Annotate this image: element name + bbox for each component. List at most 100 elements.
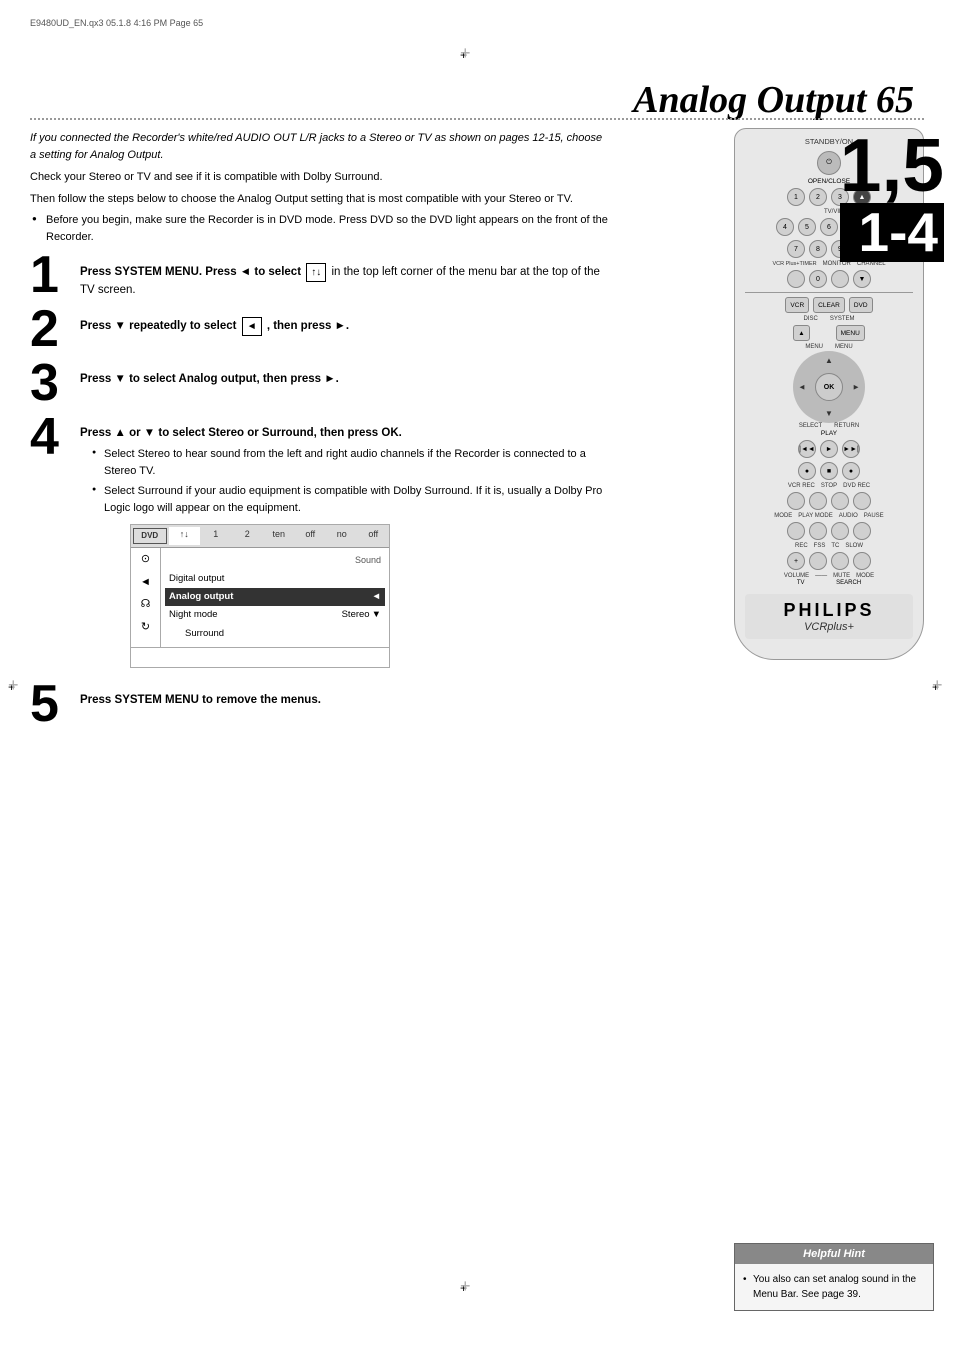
step-5-row: 5 Press SYSTEM MENU to remove the menus. xyxy=(30,686,610,730)
menu-sound-label: Sound xyxy=(165,552,385,570)
menu-stereo-option: Stereo xyxy=(342,608,370,622)
step-2-number: 2 xyxy=(30,303,80,355)
btn-clear[interactable]: CLEAR xyxy=(813,297,845,313)
menu-icon-output: ↻ xyxy=(141,619,150,636)
power-button[interactable]: ⏻ xyxy=(817,151,841,175)
remote-row-vcr-clear-dvd: VCR CLEAR DVD xyxy=(745,296,913,314)
btn-2[interactable]: 2 xyxy=(809,188,827,206)
btn-5[interactable]: 5 xyxy=(798,218,816,236)
btn-8[interactable]: 8 xyxy=(809,240,827,258)
dotted-divider-top xyxy=(30,118,924,120)
remote-container: STANDBY/ON ⏻ OPEN/CLOSE 1 2 3 ▲ TV/VIDEO… xyxy=(734,128,934,660)
menu-row-night: Night mode Stereo ▼ xyxy=(165,606,385,624)
label-row-volume: VOLUME —— MUTE MODE xyxy=(745,573,913,579)
menu-row-surround: Surround xyxy=(165,625,385,643)
nav-down[interactable]: ▼ xyxy=(825,409,833,418)
btn-4[interactable]: 4 xyxy=(776,218,794,236)
file-info: E9480UD_EN.qx3 05.1.8 4:16 PM Page 65 xyxy=(30,18,203,28)
menu-surround-option: Surround xyxy=(169,627,224,641)
menu-dropdown-arrow: ▼ xyxy=(372,608,381,622)
main-content: If you connected the Recorder's white/re… xyxy=(30,130,610,740)
nav-left[interactable]: ◄ xyxy=(798,383,806,392)
btn-next[interactable]: ►►| xyxy=(842,440,860,458)
step-4-bullet-1: Select Stereo to hear sound from the lef… xyxy=(92,446,610,479)
menu-tab-setup: ↑↓ xyxy=(169,527,201,545)
btn-play[interactable]: ► xyxy=(820,440,838,458)
nav-up[interactable]: ▲ xyxy=(825,356,833,365)
step-2-text-part1: Press ▼ repeatedly to select xyxy=(80,320,237,332)
step-3-number: 3 xyxy=(30,357,80,409)
remote-row-rec-stop: ● ■ ● xyxy=(745,461,913,481)
step-large-15: 1,5 xyxy=(840,128,944,203)
label-row-mode-audio: MODE PLAY MODE AUDIO PAUSE xyxy=(745,513,913,519)
crosshair-right: + xyxy=(932,680,952,700)
step-2-icon: ◄ xyxy=(242,317,262,336)
menu-tab-off1: off xyxy=(295,527,327,545)
menu-row-analog: Analog output ◄ xyxy=(165,588,385,606)
btn-disc-menu[interactable]: ▲ xyxy=(793,325,809,341)
remote-row-mode-audio xyxy=(745,491,913,511)
menu-top-bar: DVD ↑↓ 1 2 ten off no off xyxy=(131,525,389,548)
btn-slow[interactable] xyxy=(853,522,871,540)
intro-bullet: Before you begin, make sure the Recorder… xyxy=(30,212,610,245)
play-label: PLAY xyxy=(745,430,913,437)
btn-display[interactable] xyxy=(853,552,871,570)
btn-mode2[interactable] xyxy=(831,552,849,570)
btn-vcr[interactable]: VCR xyxy=(785,297,809,313)
btn-extra3[interactable] xyxy=(787,270,805,288)
menu-dvd: DVD xyxy=(133,528,167,544)
btn-extra4[interactable] xyxy=(831,270,849,288)
btn-6[interactable]: 6 xyxy=(820,218,838,236)
step-large-1-4: 1-4 xyxy=(840,203,944,262)
step-4-row: 4 Press ▲ or ▼ to select Stereo or Surro… xyxy=(30,419,610,676)
btn-vcr-rec[interactable]: ● xyxy=(798,462,816,480)
step-1-icon: ↑↓ xyxy=(306,263,326,282)
intro-line1: Check your Stereo or TV and see if it is… xyxy=(30,169,610,187)
menu-night-label: Night mode xyxy=(169,608,218,622)
remote-row-volume: + xyxy=(745,551,913,571)
btn-down-arrow[interactable]: ▼ xyxy=(853,270,871,288)
menu-body: ⊙ ◄ ☊ ↻ Sound Digital output xyxy=(131,548,389,647)
btn-1[interactable]: 1 xyxy=(787,188,805,206)
btn-audio[interactable] xyxy=(831,492,849,510)
btn-dvd-rec[interactable]: ● xyxy=(842,462,860,480)
step-5-content: Press SYSTEM MENU to remove the menus. xyxy=(80,686,610,709)
btn-pause[interactable] xyxy=(853,492,871,510)
menu-digital-label: Digital output xyxy=(169,572,224,586)
step-1-content: Press SYSTEM MENU. Press ◄ to select ↑↓ … xyxy=(80,257,610,299)
nav-right[interactable]: ► xyxy=(852,383,860,392)
nav-ok[interactable]: OK xyxy=(815,373,843,401)
intro-line2: Then follow the steps below to choose th… xyxy=(30,191,610,209)
btn-stop[interactable]: ■ xyxy=(820,462,838,480)
philips-logo-section: PHILIPS VCRplus+ xyxy=(745,594,913,639)
btn-volume-up[interactable]: + xyxy=(787,552,805,570)
step-4-bullet-2: Select Surround if your audio equipment … xyxy=(92,483,610,516)
menu-icon-disc: ⊙ xyxy=(141,551,150,568)
step-2-text-part2: , then press ►. xyxy=(267,320,349,332)
btn-mode[interactable] xyxy=(787,492,805,510)
btn-0[interactable]: 0 xyxy=(809,270,827,288)
remote-row-menu: ▲ MENU xyxy=(745,324,913,342)
philips-brand: PHILIPS xyxy=(751,600,907,621)
menu-screenshot: DVD ↑↓ 1 2 ten off no off ⊙ ◄ ☊ xyxy=(130,524,390,668)
label-row-menu: MENU MENU xyxy=(745,344,913,350)
hint-title: Helpful Hint xyxy=(735,1244,933,1264)
btn-dvd[interactable]: DVD xyxy=(849,297,873,313)
btn-prev[interactable]: |◄◄ xyxy=(798,440,816,458)
crosshair-top: + xyxy=(460,48,480,68)
menu-main-area: Sound Digital output Analog output ◄ Nig… xyxy=(161,548,389,647)
btn-fss[interactable] xyxy=(809,522,827,540)
btn-7[interactable]: 7 xyxy=(787,240,805,258)
remote-row-play: |◄◄ ► ►►| xyxy=(745,439,913,459)
menu-analog-value: ◄ xyxy=(372,590,381,604)
menu-tab-ten: ten xyxy=(263,527,295,545)
btn-rec[interactable] xyxy=(787,522,805,540)
btn-menu[interactable]: MENU xyxy=(836,325,865,341)
label-row-rec-fss: REC FSS TC SLOW xyxy=(745,543,913,549)
remote-row-0: 0 ▼ xyxy=(745,269,913,289)
btn-mute[interactable] xyxy=(809,552,827,570)
btn-playmode[interactable] xyxy=(809,492,827,510)
btn-tc[interactable] xyxy=(831,522,849,540)
tv-search-label: TV SEARCH xyxy=(745,580,913,586)
step-4-subbullets: Select Stereo to hear sound from the lef… xyxy=(80,446,610,516)
